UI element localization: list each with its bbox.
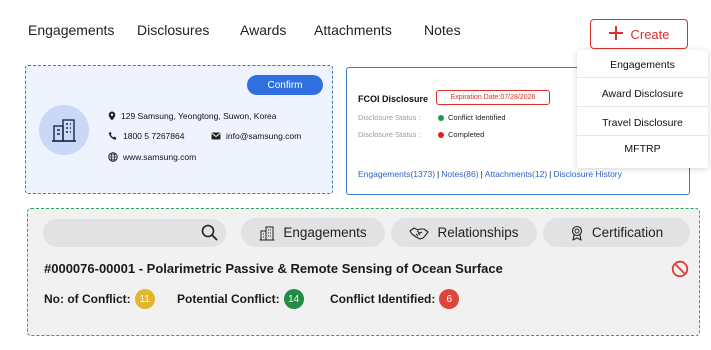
create-label: Create bbox=[630, 26, 670, 42]
count-badge: 11 bbox=[134, 289, 155, 309]
link-engagements[interactable]: Engagements(1373) bbox=[358, 169, 435, 179]
status-text: Conflict Identified bbox=[448, 113, 506, 122]
confirm-button[interactable]: Confirm bbox=[247, 75, 323, 95]
menu-item-award-disclosure[interactable]: Award Disclosure bbox=[577, 81, 708, 107]
stat-conflict-identified: Conflict Identified: 6 bbox=[330, 289, 460, 309]
handshake-icon bbox=[409, 226, 430, 240]
status-dot bbox=[438, 114, 444, 121]
search-icon[interactable] bbox=[201, 224, 218, 241]
menu-item-mftrp[interactable]: MFTRP bbox=[577, 136, 708, 162]
engagement-title: #000076-00001 - Polarimetric Passive & R… bbox=[44, 261, 503, 276]
tab-relationships-pill[interactable]: Relationships bbox=[391, 218, 537, 247]
tab-disclosures[interactable]: Disclosures bbox=[137, 22, 209, 38]
email-row: info@samsung.com bbox=[211, 131, 301, 141]
building-icon bbox=[52, 119, 76, 142]
tab-engagements-pill[interactable]: Engagements bbox=[241, 218, 385, 247]
create-menu: Engagements Award Disclosure Travel Disc… bbox=[577, 50, 708, 168]
email-text[interactable]: info@samsung.com bbox=[226, 131, 301, 141]
stat-label: Potential Conflict: bbox=[177, 292, 280, 306]
tab-notes[interactable]: Notes bbox=[424, 22, 461, 38]
globe-icon bbox=[108, 152, 118, 162]
engagement-panel: Engagements Relationships Certification … bbox=[27, 208, 700, 336]
website-text[interactable]: www.samsung.com bbox=[123, 152, 196, 162]
plus-icon bbox=[608, 24, 624, 44]
status-dot bbox=[438, 131, 444, 138]
website-row: www.samsung.com bbox=[108, 152, 196, 162]
location-pin-icon bbox=[108, 111, 116, 121]
fcoi-title: FCOI Disclosure bbox=[358, 94, 429, 104]
pill-label: Engagements bbox=[283, 225, 367, 240]
ban-icon[interactable] bbox=[671, 260, 689, 278]
status-value: Completed bbox=[438, 130, 484, 139]
tab-certification-pill[interactable]: Certification bbox=[543, 218, 690, 247]
stat-label: No: of Conflict: bbox=[44, 292, 131, 306]
stat-potential-conflict: Potential Conflict: 14 bbox=[177, 289, 304, 309]
disclosure-links: Engagements(1373) | Notes(86) | Attachments(… bbox=[358, 169, 622, 179]
building-icon bbox=[259, 226, 275, 240]
stat-no-of-conflict: No: of Conflict: 11 bbox=[44, 289, 155, 309]
search-input[interactable] bbox=[43, 219, 226, 247]
count-badge: 14 bbox=[283, 289, 304, 309]
menu-item-engagements[interactable]: Engagements bbox=[577, 52, 708, 78]
tab-engagements[interactable]: Engagements bbox=[28, 22, 114, 38]
avatar bbox=[39, 105, 89, 155]
count-badge: 6 bbox=[439, 289, 460, 309]
award-icon bbox=[571, 225, 582, 241]
tab-awards[interactable]: Awards bbox=[240, 22, 286, 38]
link-attachments[interactable]: Attachments(12) bbox=[485, 169, 547, 179]
address-row: 129 Samsung, Yeongtong, Suwon, Korea bbox=[108, 111, 276, 121]
phone-text: 1800 5 7267864 bbox=[123, 131, 185, 141]
pill-label: Certification bbox=[591, 225, 664, 240]
address-text: 129 Samsung, Yeongtong, Suwon, Korea bbox=[121, 111, 277, 121]
expiration-badge: Expiration Date:07/28/2026 bbox=[436, 90, 550, 105]
pill-label: Relationships bbox=[437, 225, 519, 240]
sponsor-contact-card: Confirm 129 Samsung, Yeongtong, Suwon, K… bbox=[25, 65, 333, 194]
tab-attachments[interactable]: Attachments bbox=[314, 22, 392, 38]
phone-icon bbox=[108, 131, 117, 140]
status-label: Disclosure Status : bbox=[358, 130, 421, 139]
menu-item-travel-disclosure[interactable]: Travel Disclosure bbox=[577, 110, 708, 136]
status-text: Completed bbox=[448, 130, 485, 139]
stat-label: Conflict Identified: bbox=[330, 292, 436, 306]
link-notes[interactable]: Notes(86) bbox=[441, 169, 478, 179]
phone-row: 1800 5 7267864 bbox=[108, 131, 184, 141]
link-disclosure-history[interactable]: Disclosure History bbox=[553, 169, 622, 179]
mail-icon bbox=[211, 132, 221, 140]
create-button[interactable]: Create bbox=[590, 19, 688, 49]
status-label: Disclosure Status : bbox=[358, 113, 421, 122]
status-value: Conflict Identified bbox=[438, 113, 506, 122]
